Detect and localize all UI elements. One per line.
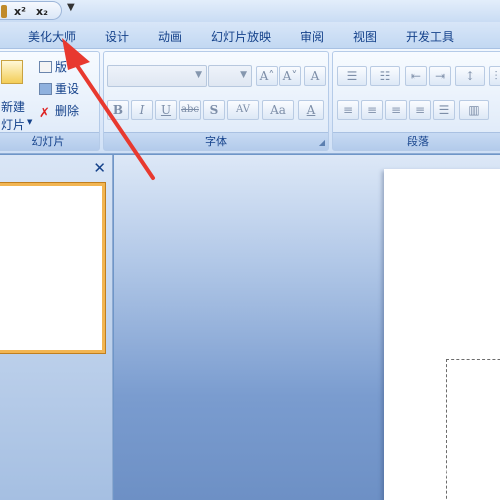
- numbering-icon[interactable]: ☷: [370, 66, 400, 86]
- align-center-icon[interactable]: ≡: [361, 100, 383, 120]
- new-slide-caret: ▼: [27, 118, 33, 126]
- align-left-icon[interactable]: ≡: [337, 100, 359, 120]
- clear-format-button[interactable]: A: [304, 66, 326, 86]
- slides-group: 新建 灯片 ▼ 版 重设 ✗ 删除 幻灯片: [0, 51, 100, 151]
- watermark-logo: Bai 经验: [403, 464, 484, 485]
- close-icon[interactable]: ✕: [93, 159, 106, 177]
- superscript-button[interactable]: x²: [14, 5, 26, 18]
- tab-beautify-master[interactable]: 美化大师: [28, 28, 76, 45]
- character-spacing-button[interactable]: AV: [227, 100, 259, 120]
- slides-group-label: 幻灯片: [0, 132, 99, 150]
- layout-button[interactable]: 版: [39, 58, 67, 78]
- align-right-icon[interactable]: ≡: [385, 100, 407, 120]
- tab-animation[interactable]: 动画: [158, 28, 182, 45]
- decrease-indent-icon[interactable]: ⇤: [405, 66, 427, 86]
- quick-access-group: x² x₂: [0, 1, 62, 20]
- subscript-button[interactable]: x₂: [36, 5, 48, 18]
- line-spacing-icon[interactable]: ↕: [455, 66, 485, 86]
- chevron-down-icon: ▼: [240, 70, 247, 80]
- slide-canvas[interactable]: [384, 169, 500, 500]
- reset-icon: [39, 83, 52, 95]
- ribbon-tabs: 美化大师 设计 动画 幻灯片放映 审阅 视图 开发工具: [0, 22, 500, 48]
- reset-label: 重设: [55, 82, 80, 96]
- font-group: ▼ ▼ A˄ A˅ A B I U abc S AV Aa A 字体 ◢: [103, 51, 329, 151]
- bullets-icon[interactable]: ☰: [337, 66, 367, 86]
- tab-design[interactable]: 设计: [105, 28, 129, 45]
- new-slide-button[interactable]: 新建 灯片 ▼: [1, 56, 33, 132]
- delete-icon: ✗: [39, 106, 50, 121]
- italic-button[interactable]: I: [131, 100, 153, 120]
- grow-font-button[interactable]: A˄: [256, 66, 278, 86]
- columns-icon[interactable]: ▥: [459, 100, 489, 120]
- quick-access-toolbar: x² x₂ ▼: [0, 0, 500, 22]
- reset-button[interactable]: 重设: [39, 80, 79, 100]
- tab-slideshow[interactable]: 幻灯片放映: [211, 28, 271, 45]
- font-dialog-launcher-icon[interactable]: ◢: [319, 138, 325, 147]
- font-size-select[interactable]: ▼: [208, 65, 252, 87]
- delete-button[interactable]: ✗ 删除: [39, 102, 79, 122]
- layout-label: 版: [55, 60, 68, 74]
- shrink-font-button[interactable]: A˅: [279, 66, 301, 86]
- text-direction-icon[interactable]: ⫶: [489, 66, 500, 86]
- increase-indent-icon[interactable]: ⇥: [429, 66, 451, 86]
- slide-thumbnail[interactable]: [0, 183, 105, 500]
- paste-icon[interactable]: [1, 5, 7, 18]
- font-color-button[interactable]: A: [298, 100, 324, 120]
- ribbon: 新建 灯片 ▼ 版 重设 ✗ 删除 幻灯片 ▼ ▼ A˄ A˅ A B I U a…: [0, 48, 500, 154]
- distributed-icon[interactable]: ☰: [433, 100, 455, 120]
- underline-button[interactable]: U: [155, 100, 177, 120]
- slide-thumbnail-frame: [0, 183, 105, 353]
- bold-button[interactable]: B: [107, 100, 129, 120]
- paragraph-group-label: 段落: [333, 132, 500, 150]
- delete-label: 删除: [55, 104, 80, 118]
- font-group-label: 字体: [104, 132, 328, 150]
- customize-qat-dropdown[interactable]: ▼: [67, 2, 75, 13]
- tab-view[interactable]: 视图: [353, 28, 377, 45]
- tab-review[interactable]: 审阅: [300, 28, 324, 45]
- new-slide-icon: [1, 60, 23, 84]
- chevron-down-icon: ▼: [195, 70, 202, 80]
- text-shadow-button[interactable]: S: [203, 100, 225, 120]
- new-slide-label: 新建: [1, 100, 26, 114]
- justify-icon[interactable]: ≡: [409, 100, 431, 120]
- new-slide-label-2: 灯片: [1, 118, 26, 132]
- layout-icon: [39, 61, 52, 73]
- tab-developer[interactable]: 开发工具: [406, 28, 454, 45]
- strikethrough-button[interactable]: abc: [179, 100, 201, 120]
- change-case-button[interactable]: Aa: [262, 100, 294, 120]
- font-name-select[interactable]: ▼: [107, 65, 207, 87]
- slide-workspace: [114, 155, 500, 500]
- paragraph-group: ☰ ☷ ⇤ ⇥ ↕ ⫶ ≡ ≡ ≡ ≡ ☰ ▥ 段落: [332, 51, 500, 151]
- slides-pane: ✕: [0, 155, 113, 500]
